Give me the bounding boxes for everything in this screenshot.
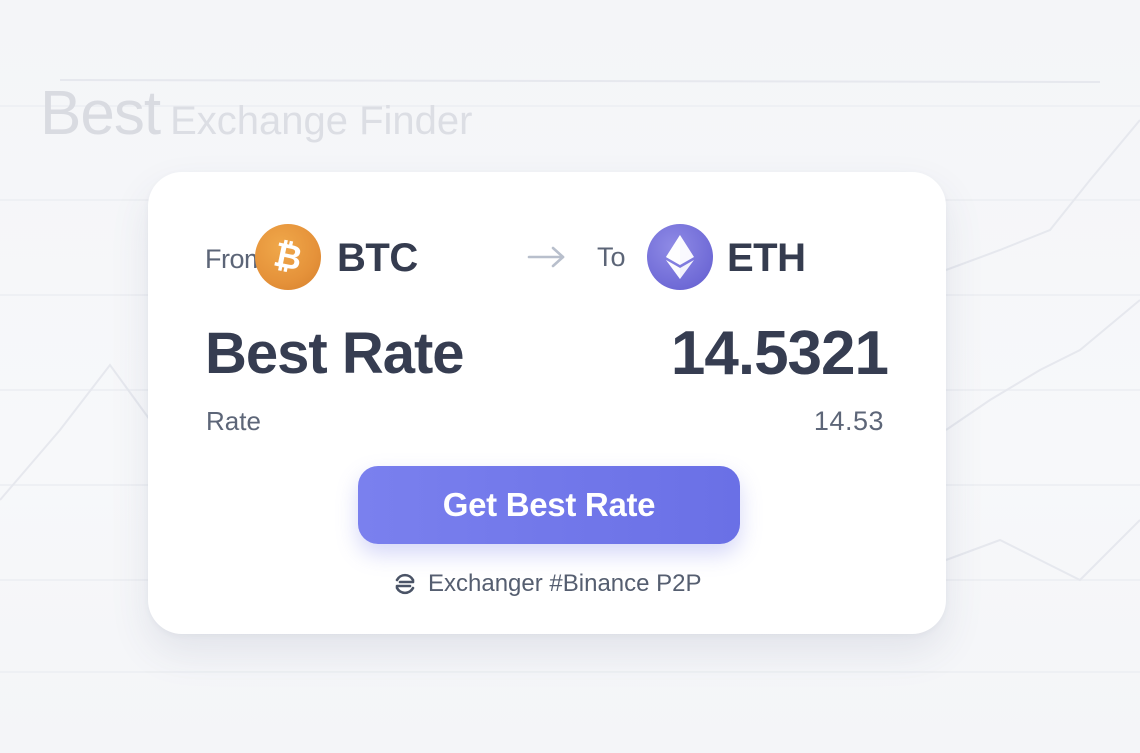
best-rate-value: 14.5321 xyxy=(670,319,889,388)
exchanger-icon xyxy=(395,573,415,595)
exchanger-info: Exchanger #Binance P2P xyxy=(392,570,702,598)
exchanger-text: Exchanger #Binance P2P xyxy=(428,570,702,597)
arrow-right-icon xyxy=(527,246,565,268)
background-title-sub: Exchange Finder xyxy=(170,99,473,143)
currency-pair-row: From ₿ BTC To ETH xyxy=(205,224,895,290)
to-currency-symbol[interactable]: ETH xyxy=(727,236,806,281)
background-title-main: Best xyxy=(40,79,161,148)
svg-text:₿: ₿ xyxy=(270,237,305,277)
background-title: Best Exchange Finder xyxy=(40,78,472,149)
from-currency-symbol[interactable]: BTC xyxy=(337,236,418,281)
ethereum-icon[interactable] xyxy=(647,224,713,290)
rate-label: Rate xyxy=(206,406,261,436)
get-best-rate-button[interactable]: Get Best Rate xyxy=(358,466,740,544)
bitcoin-icon[interactable]: ₿ xyxy=(255,224,321,290)
to-label: To xyxy=(597,242,626,272)
exchange-card: From ₿ BTC To ETH Best Rate 14.5321 Rate… xyxy=(148,172,946,634)
best-rate-label: Best Rate xyxy=(205,321,465,386)
rate-value: 14.53 xyxy=(813,406,884,436)
